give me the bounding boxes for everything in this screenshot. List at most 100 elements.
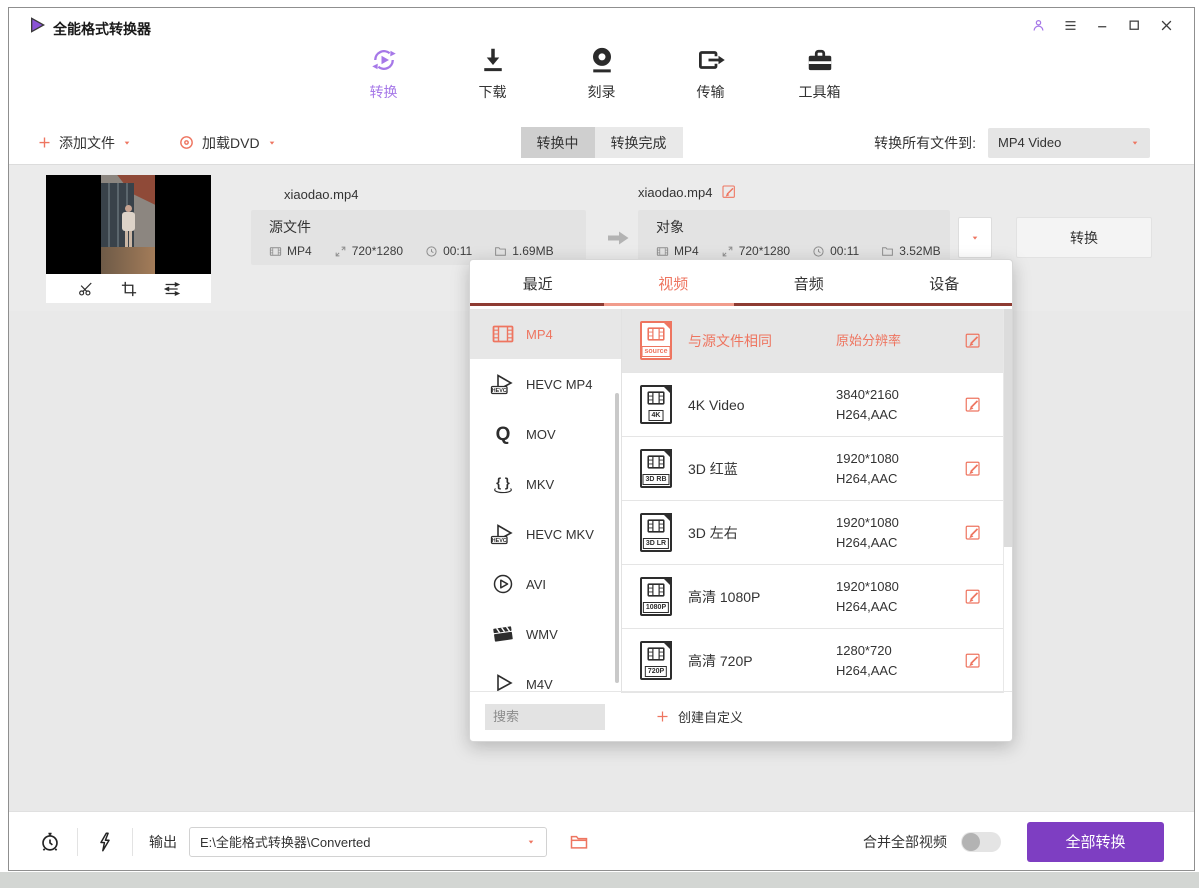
tab-converting[interactable]: 转换中 (521, 127, 595, 158)
target-info-box: 对象 MP4 720*1280 00:11 3.52MB (638, 210, 950, 265)
nav-label-convert: 转换 (370, 82, 398, 102)
svg-text:HEVC: HEVC (492, 538, 507, 544)
target-format-dropdown-button[interactable] (958, 217, 992, 258)
source-resolution: 720*1280 (334, 244, 403, 258)
high-speed-icon[interactable] (94, 831, 116, 853)
format-picker-footer: 创建自定义 (470, 691, 1012, 741)
1080p-file-icon: 1080P (640, 577, 672, 616)
merge-videos-label: 合并全部视频 (863, 832, 947, 852)
add-files-label: 添加文件 (59, 133, 115, 153)
schedule-alarm-icon[interactable] (39, 831, 61, 853)
format-list: MP4 HEVC HEVC MP4 Q MOV { } (470, 309, 622, 693)
load-dvd-button[interactable]: 加载DVD (178, 133, 277, 153)
download-icon (478, 45, 508, 75)
add-files-button[interactable]: 添加文件 (37, 133, 132, 153)
preset-row-3d-leftright[interactable]: 3D LR 3D 左右 1920*1080H264,AAC (622, 501, 1012, 565)
tab-audio[interactable]: 音频 (741, 260, 877, 306)
tab-underline (470, 303, 1012, 306)
thumbnail-image (46, 175, 211, 274)
disc-icon (178, 134, 195, 151)
preset-row-hd-720p[interactable]: 720P 高清 720P 1280*720H264,AAC (622, 629, 1012, 693)
load-dvd-label: 加载DVD (202, 133, 260, 153)
open-folder-icon[interactable] (569, 832, 589, 852)
rename-edit-icon[interactable] (721, 184, 737, 200)
plus-icon (37, 135, 52, 150)
convert-all-button[interactable]: 全部转换 (1027, 822, 1164, 862)
format-item-wmv[interactable]: WMV (470, 609, 621, 659)
nav-tab-burn[interactable]: 刻录 (574, 45, 630, 102)
clapperboard-icon (490, 621, 516, 647)
source-filename: xiaodao.mp4 (284, 187, 358, 202)
preset-row-4k[interactable]: 4K 4K Video 3840*2160H264,AAC (622, 373, 1012, 437)
tab-finished[interactable]: 转换完成 (595, 127, 683, 158)
toolbar: 添加文件 加载DVD 转换中 转换完成 转换所有文件到: MP (9, 120, 1194, 165)
transfer-icon (696, 45, 726, 75)
edit-preset-icon[interactable] (964, 588, 982, 606)
search-input[interactable] (485, 704, 605, 730)
preset-row-hd-1080p[interactable]: 1080P 高清 1080P 1920*1080H264,AAC (622, 565, 1012, 629)
tab-device[interactable]: 设备 (877, 260, 1013, 306)
3d-lr-file-icon: 3D LR (640, 513, 672, 552)
source-to-target-arrow-icon (607, 228, 630, 248)
edit-preset-icon[interactable] (964, 460, 982, 478)
format-list-scrollbar[interactable] (615, 393, 619, 683)
output-path-select[interactable]: E:\全能格式转换器\Converted (189, 827, 547, 857)
output-path-value: E:\全能格式转换器\Converted (200, 832, 371, 851)
720p-file-icon: 720P (640, 641, 672, 680)
format-picker-popup: 最近 视频 音频 设备 MP4 HEVC HEVC MP4 (469, 259, 1013, 742)
3d-rb-file-icon: 3D RB (640, 449, 672, 488)
desktop-strip (0, 872, 1199, 888)
video-thumbnail (46, 175, 211, 303)
hevc-play-icon: HEVC (490, 521, 516, 547)
format-item-mp4[interactable]: MP4 (470, 309, 621, 359)
target-info-title: 对象 (656, 217, 932, 237)
edit-preset-icon[interactable] (964, 396, 982, 414)
edit-preset-icon[interactable] (964, 332, 982, 350)
bottombar: 输出 E:\全能格式转换器\Converted 合并全部视频 全部转换 (9, 811, 1194, 871)
create-custom-label: 创建自定义 (678, 707, 743, 726)
tab-recent[interactable]: 最近 (470, 260, 606, 306)
crop-icon[interactable] (120, 280, 138, 298)
format-item-hevc-mp4[interactable]: HEVC HEVC MP4 (470, 359, 621, 409)
target-size: 3.52MB (881, 244, 940, 258)
target-format-value: MP4 Video (998, 135, 1061, 150)
nav-tab-transfer[interactable]: 传输 (683, 45, 739, 102)
chevron-down-icon (526, 838, 536, 846)
preset-list: source 与源文件相同 原始分辨率 4K 4K Video 384 (622, 309, 1012, 693)
source-info-title: 源文件 (269, 217, 568, 237)
output-label: 输出 (149, 832, 177, 852)
circle-play-icon (490, 571, 516, 597)
merge-videos-toggle[interactable] (961, 832, 1001, 852)
format-item-mkv[interactable]: { } MKV (470, 459, 621, 509)
format-picker-tabs: 最近 视频 音频 设备 (470, 260, 1012, 306)
matroska-icon: { } (490, 471, 516, 497)
nav-tab-download[interactable]: 下载 (465, 45, 521, 102)
target-duration: 00:11 (812, 244, 859, 258)
nav-tab-toolbox[interactable]: 工具箱 (792, 45, 848, 102)
nav-label-toolbox: 工具箱 (799, 82, 841, 102)
tab-video[interactable]: 视频 (606, 260, 742, 306)
row-convert-button[interactable]: 转换 (1016, 217, 1152, 258)
burn-disc-icon (587, 45, 617, 75)
preset-list-scrollbar[interactable] (1003, 309, 1012, 693)
format-item-avi[interactable]: AVI (470, 559, 621, 609)
preset-row-same-as-source[interactable]: source 与源文件相同 原始分辨率 (622, 309, 1012, 373)
svg-text:{ }: { } (496, 475, 510, 490)
preset-row-3d-redblue[interactable]: 3D RB 3D 红蓝 1920*1080H264,AAC (622, 437, 1012, 501)
effects-sliders-icon[interactable] (163, 280, 181, 298)
format-item-m4v[interactable]: M4V (470, 659, 621, 693)
target-format-select[interactable]: MP4 Video (988, 128, 1150, 158)
trim-scissors-icon[interactable] (77, 280, 95, 298)
edit-preset-icon[interactable] (964, 524, 982, 542)
chevron-down-icon (1130, 139, 1140, 147)
create-custom-button[interactable]: 创建自定义 (655, 707, 743, 726)
nav-tab-convert[interactable]: 转换 (356, 45, 412, 102)
format-item-mov[interactable]: Q MOV (470, 409, 621, 459)
edit-preset-icon[interactable] (964, 652, 982, 670)
nav-label-burn: 刻录 (588, 82, 616, 102)
format-item-hevc-mkv[interactable]: HEVC HEVC MKV (470, 509, 621, 559)
source-size: 1.69MB (494, 244, 553, 258)
toolbox-icon (805, 45, 835, 75)
svg-text:HEVC: HEVC (492, 388, 507, 394)
chevron-down-icon (970, 234, 980, 242)
